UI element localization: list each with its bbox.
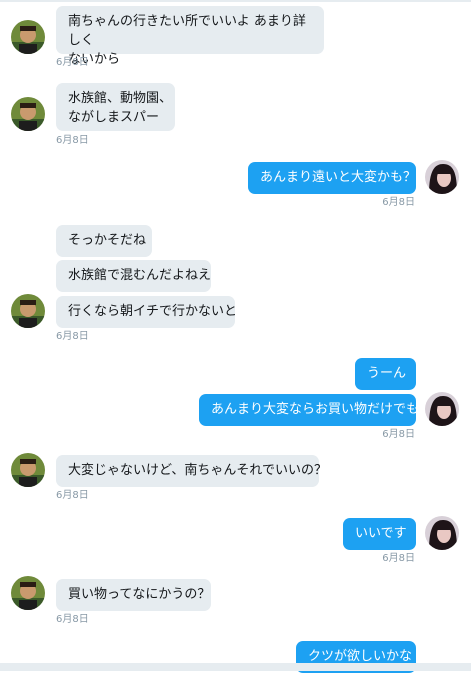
message-text: いいです xyxy=(355,526,407,541)
message-timestamp: 6月8日 xyxy=(382,553,415,564)
message-bubble[interactable]: うーん xyxy=(355,358,416,390)
bottom-divider xyxy=(0,663,471,671)
message-timestamp: 6月8日 xyxy=(56,614,89,625)
message-bubble[interactable]: 大変じゃないけど、南ちゃんそれでいいの？ xyxy=(56,455,327,487)
message-timestamp: 6月8日 xyxy=(382,429,415,440)
message-timestamp: 6月8日 xyxy=(382,197,415,208)
message-timestamp: 6月8日 xyxy=(56,135,89,146)
partner-avatar[interactable] xyxy=(11,97,45,131)
message-text: 買い物ってなにかうの？ xyxy=(68,587,211,602)
message-text: あんまり遠いと大変かも？ xyxy=(260,170,417,185)
message-text: あんまり大変ならお買い物だけでも xyxy=(211,402,420,417)
message-text: 大変じゃないけど、南ちゃんそれでいいの？ xyxy=(68,463,327,478)
partner-avatar[interactable] xyxy=(11,294,45,328)
message-text: 水族館で混むんだよねえ xyxy=(68,268,212,283)
partner-avatar[interactable] xyxy=(11,576,45,610)
partner-avatar[interactable] xyxy=(11,453,45,487)
message-bubble[interactable]: いいです xyxy=(343,518,416,550)
self-avatar[interactable] xyxy=(425,160,459,194)
message-timestamp: 6月8日 xyxy=(56,57,89,68)
message-bubble[interactable]: 行くなら朝イチで行かないと xyxy=(56,296,238,328)
top-divider xyxy=(0,0,471,2)
message-text: ながしまスパー xyxy=(68,110,160,125)
message-text: うーん xyxy=(367,366,407,381)
self-avatar[interactable] xyxy=(425,516,459,550)
message-text: 南ちゃんの行きたい所でいいよ あまり詳しく xyxy=(68,14,306,48)
message-text: クツが欲しいかな xyxy=(308,649,413,664)
message-timestamp: 6月8日 xyxy=(56,331,89,342)
message-bubble[interactable]: 水族館で混むんだよねえ xyxy=(56,260,211,292)
message-text: そっかそだね xyxy=(68,233,147,248)
message-text: 行くなら朝イチで行かないと xyxy=(68,304,238,319)
message-bubble[interactable]: そっかそだね xyxy=(56,225,152,257)
message-text: 水族館、動物園、 xyxy=(68,91,173,106)
message-timestamp: 6月8日 xyxy=(56,490,89,501)
message-bubble[interactable]: あんまり遠いと大変かも？ xyxy=(248,162,416,194)
self-avatar[interactable] xyxy=(425,392,459,426)
message-bubble[interactable]: 買い物ってなにかうの？ xyxy=(56,579,211,611)
message-bubble[interactable]: 水族館、動物園、 ながしまスパー xyxy=(56,83,175,131)
message-bubble[interactable]: 南ちゃんの行きたい所でいいよ あまり詳しく ないから xyxy=(56,6,324,67)
partner-avatar[interactable] xyxy=(11,20,45,54)
message-bubble[interactable]: あんまり大変ならお買い物だけでも xyxy=(199,394,420,426)
